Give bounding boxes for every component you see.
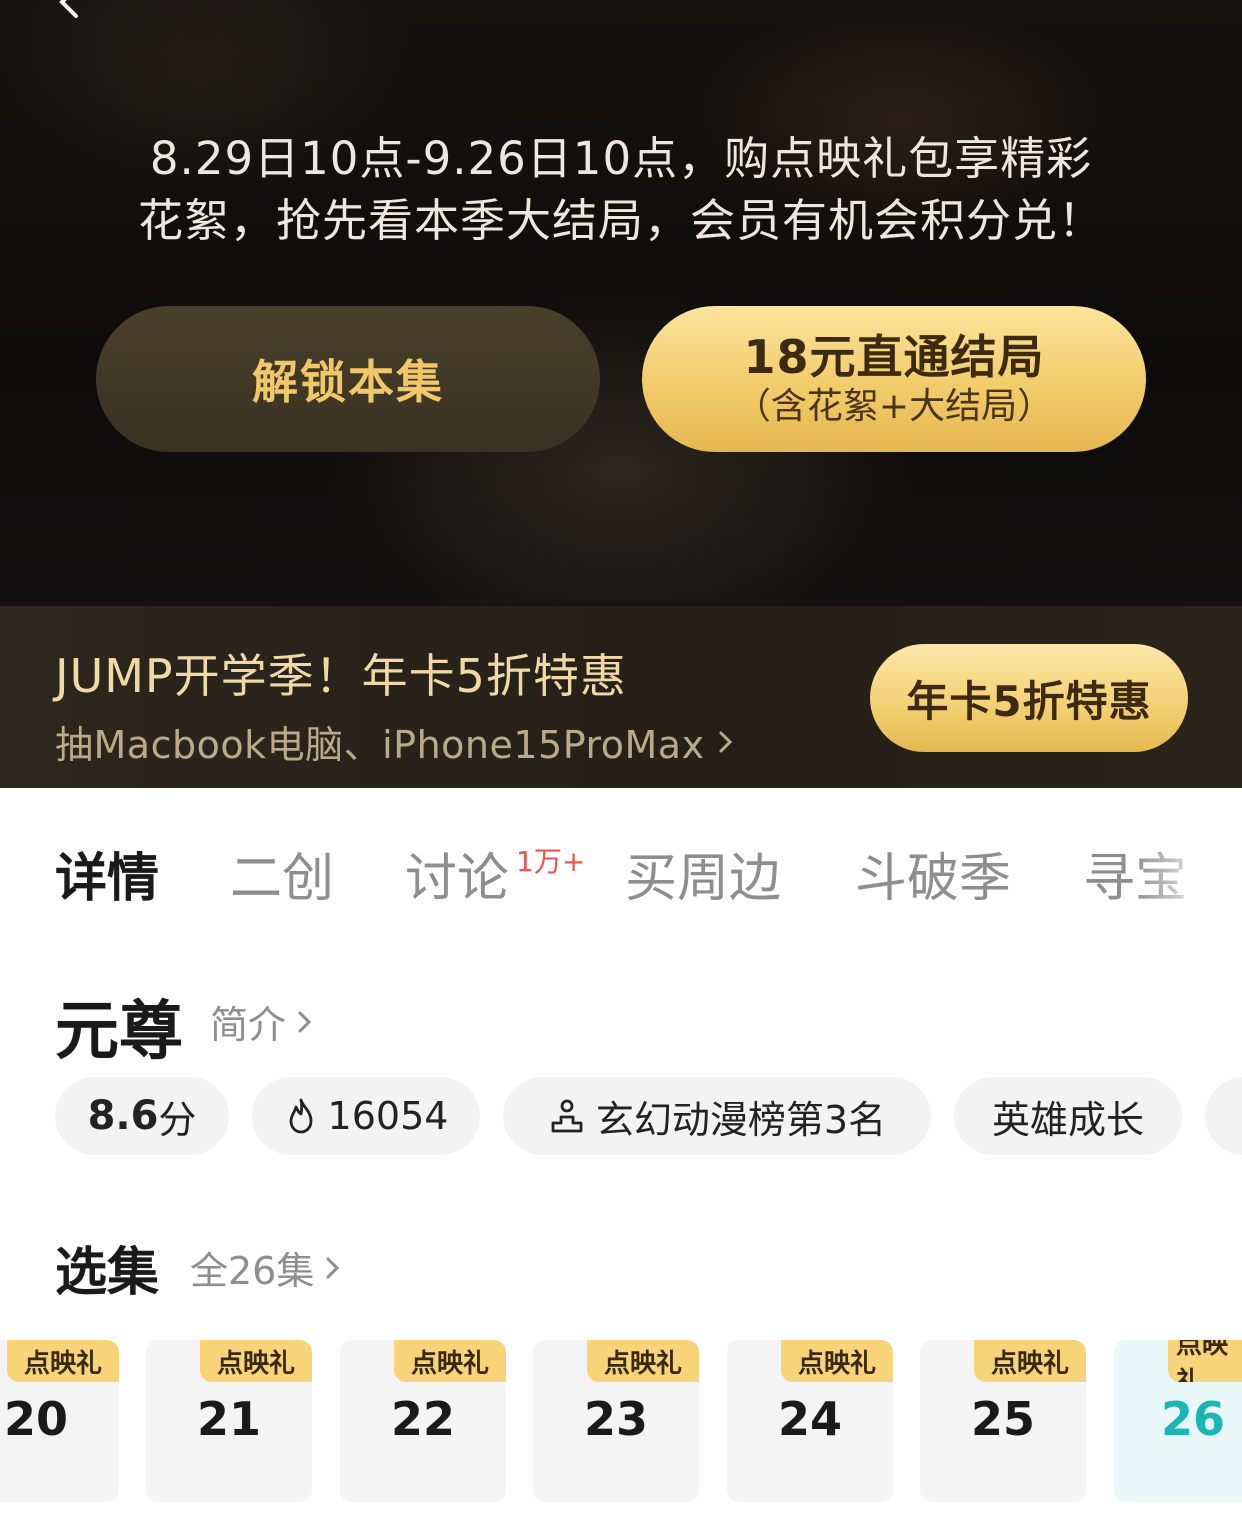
- membership-banner[interactable]: JUMP开学季！年卡5折特惠 抽Macbook电脑、iPhone15ProMax…: [0, 606, 1242, 788]
- back-icon[interactable]: [50, 0, 90, 22]
- promo-line-2: 花絮，抢先看本季大结局，会员有机会积分兑！: [137, 194, 1104, 247]
- detail-tabs: 详情 二创 讨论 1万+ 买周边 斗破季 寻宝: [0, 788, 1242, 938]
- episode-number: 23: [583, 1392, 648, 1446]
- rating-score: 8.6: [87, 1093, 159, 1139]
- direct-finale-button[interactable]: 18元直通结局 （含花絮+大结局）: [642, 306, 1146, 452]
- episode-card[interactable]: 点映礼 21: [146, 1340, 312, 1502]
- rating-tag[interactable]: 8.6 分: [55, 1077, 229, 1155]
- episode-card[interactable]: 点映礼 23: [533, 1340, 699, 1502]
- episode-card[interactable]: 点映礼 22: [340, 1340, 506, 1502]
- annual-card-label: 年卡5折特惠: [906, 676, 1152, 726]
- annual-card-button[interactable]: 年卡5折特惠: [870, 644, 1188, 752]
- flame-icon: [289, 1098, 312, 1134]
- banner-subtitle: 抽Macbook电脑、iPhone15ProMax: [55, 723, 705, 767]
- premiere-badge: 点映礼: [587, 1340, 699, 1382]
- promo-description: 8.29日10点-9.26日10点，购点映礼包享精彩 花絮，抢先看本季大结局，会…: [60, 128, 1182, 252]
- premiere-badge: 点映礼: [200, 1340, 312, 1382]
- intro-label: 简介: [210, 1003, 287, 1047]
- banner-subtitle-link[interactable]: 抽Macbook电脑、iPhone15ProMax: [55, 714, 737, 769]
- episode-number: 24: [777, 1392, 842, 1446]
- tab-merchandise[interactable]: 买周边: [625, 836, 781, 911]
- episode-card-current[interactable]: 点映礼 26: [1114, 1340, 1242, 1502]
- genre-tag[interactable]: 英雄成长: [954, 1077, 1182, 1155]
- heat-value: 16054: [327, 1094, 449, 1138]
- chevron-right-icon: [298, 1011, 312, 1032]
- genre-label: 英雄成长: [991, 1097, 1144, 1142]
- tab-details[interactable]: 详情: [55, 836, 159, 911]
- premiere-badge: 点映礼: [1168, 1340, 1242, 1382]
- episodes-title: 选集: [55, 1243, 160, 1303]
- direct-finale-label: 18元直通结局: [743, 330, 1045, 384]
- podium-icon: [551, 1099, 583, 1133]
- episode-card[interactable]: 点映礼 24: [727, 1340, 893, 1502]
- discussion-count-badge: 1万+: [516, 845, 586, 878]
- all-episodes-link[interactable]: 全26集: [190, 1240, 344, 1295]
- more-tag-partial[interactable]: [1205, 1077, 1242, 1155]
- chevron-right-icon: [719, 731, 732, 752]
- episode-number-current: 26: [1160, 1392, 1225, 1446]
- intro-link[interactable]: 简介: [210, 994, 316, 1049]
- unlock-episode-label: 解锁本集: [252, 355, 444, 409]
- ranking-label: 玄幻动漫榜第3名: [595, 1097, 887, 1142]
- tab-doupo-season[interactable]: 斗破季: [855, 836, 1011, 911]
- heat-tag[interactable]: 16054: [252, 1077, 480, 1155]
- rating-unit: 分: [158, 1097, 197, 1142]
- app-root: 8.29日10点-9.26日10点，购点映礼包享精彩 花絮，抢先看本季大结局，会…: [0, 0, 1242, 1515]
- all-episodes-label: 全26集: [190, 1249, 315, 1293]
- premiere-badge: 点映礼: [974, 1340, 1086, 1382]
- tab-discussion[interactable]: 讨论: [405, 836, 509, 911]
- episode-number: 20: [3, 1392, 68, 1446]
- tab-fan-creations[interactable]: 二创: [230, 836, 334, 911]
- show-title: 元尊: [55, 995, 183, 1069]
- ranking-tag[interactable]: 玄幻动漫榜第3名: [503, 1077, 931, 1155]
- chevron-right-icon: [326, 1257, 340, 1278]
- unlock-episode-button[interactable]: 解锁本集: [96, 306, 600, 452]
- direct-finale-sublabel: （含花絮+大结局）: [734, 386, 1054, 427]
- premiere-badge: 点映礼: [781, 1340, 893, 1382]
- episode-number: 22: [390, 1392, 455, 1446]
- promo-line-1: 8.29日10点-9.26日10点，购点映礼包享精彩: [149, 132, 1093, 185]
- tabs-fade-overlay: [1132, 818, 1242, 918]
- episode-card[interactable]: 点映礼 25: [920, 1340, 1086, 1502]
- premiere-badge: 点映礼: [7, 1340, 119, 1382]
- premiere-badge: 点映礼: [394, 1340, 506, 1382]
- episode-number: 25: [970, 1392, 1035, 1446]
- episode-card[interactable]: 点映礼 20: [0, 1340, 119, 1502]
- episode-number: 21: [196, 1392, 261, 1446]
- banner-title: JUMP开学季！年卡5折特惠: [55, 649, 627, 703]
- promo-hero: 8.29日10点-9.26日10点，购点映礼包享精彩 花絮，抢先看本季大结局，会…: [0, 0, 1242, 606]
